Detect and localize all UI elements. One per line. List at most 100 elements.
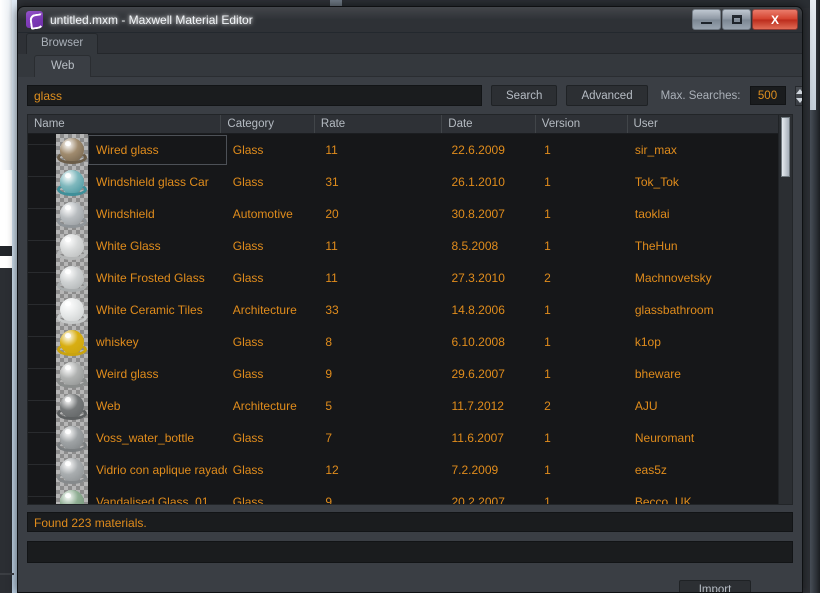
column-header-name[interactable]: Name xyxy=(28,115,222,133)
spin-up-icon[interactable] xyxy=(795,88,802,94)
cell-version: 2 xyxy=(544,399,551,413)
cell-version: 1 xyxy=(544,175,551,189)
search-input[interactable] xyxy=(27,85,482,106)
table-row[interactable]: Weird glass Glass 9 29.6.2007 1 bheware xyxy=(28,358,778,390)
cell-category: Glass xyxy=(232,495,264,504)
cell-name: Windshield glass Car xyxy=(96,175,209,189)
table-row[interactable]: White Frosted Glass Glass 11 27.3.2010 2 Mach… xyxy=(28,262,778,294)
cell-rate: 11 xyxy=(325,239,338,253)
material-thumbnail-icon xyxy=(56,358,88,390)
cell-category: Glass xyxy=(232,335,264,349)
cell-name: Voss_water_bottle xyxy=(96,431,195,445)
advanced-button[interactable]: Advanced xyxy=(566,85,648,106)
cell-version: 1 xyxy=(544,463,551,477)
tab-browser[interactable]: Browser xyxy=(26,33,99,54)
table-row[interactable]: Windshield glass Car Glass 31 26.1.2010 1 Tok… xyxy=(28,166,778,198)
cell-user: Tok_Tok xyxy=(634,175,679,189)
cell-date: 11.7.2012 xyxy=(451,399,504,413)
desktop-background: untitled.mxm - Maxwell Material Editor X… xyxy=(0,0,820,593)
inner-tab-bar: Web xyxy=(18,54,802,77)
column-header-category[interactable]: Category xyxy=(221,115,315,133)
max-searches-label: Max. Searches: xyxy=(660,89,741,102)
cell-version: 1 xyxy=(544,335,551,349)
column-header-rate[interactable]: Rate xyxy=(315,115,443,133)
column-header-date[interactable]: Date xyxy=(442,115,536,133)
spin-down-icon[interactable] xyxy=(795,97,802,103)
results-table-columns: Name Category Rate Date Version User Wir… xyxy=(28,115,778,504)
web-browser-panel: Search Advanced Max. Searches: Name Cate… xyxy=(18,77,802,592)
cell-rate: 31 xyxy=(325,175,339,189)
table-row[interactable]: Wired glass Glass 11 22.6.2009 1 sir_max xyxy=(28,134,778,166)
material-thumbnail-icon xyxy=(56,294,88,326)
column-header-version[interactable]: Version xyxy=(536,115,628,133)
tab-web[interactable]: Web xyxy=(34,55,92,77)
table-body: Wired glass Glass 11 22.6.2009 1 sir_max Winds… xyxy=(28,134,778,504)
cell-version: 1 xyxy=(544,303,551,317)
cell-name: whiskey xyxy=(96,335,139,349)
material-thumbnail-icon xyxy=(56,422,88,454)
cell-date: 22.6.2009 xyxy=(451,143,505,157)
material-thumbnail-icon xyxy=(56,134,88,166)
cell-date: 26.1.2010 xyxy=(451,175,505,189)
cell-date: 29.6.2007 xyxy=(451,367,505,381)
maximize-button[interactable] xyxy=(722,9,751,30)
cell-name: Vandalised Glass_01 xyxy=(96,495,209,504)
table-row[interactable]: Windshield Automotive 20 30.8.2007 1 taoklai xyxy=(28,198,778,230)
inner-tab-filler xyxy=(91,54,802,77)
material-thumbnail-icon xyxy=(56,326,88,358)
cell-user: sir_max xyxy=(634,143,677,157)
cell-rate: 33 xyxy=(325,303,339,317)
results-table: Name Category Rate Date Version User Wir… xyxy=(27,114,793,505)
table-row[interactable]: Vandalised Glass_01 Glass 9 20.2.2007 1 Becco… xyxy=(28,486,778,504)
cell-user: k1op xyxy=(634,335,661,349)
cell-rate: 8 xyxy=(325,335,333,349)
footer-bar: Import xyxy=(27,577,793,592)
cell-category: Glass xyxy=(232,367,264,381)
cell-user: AJU xyxy=(634,399,658,413)
cell-rate: 9 xyxy=(325,367,333,381)
table-row[interactable]: White Ceramic Tiles Architecture 33 14.8.20… xyxy=(28,294,778,326)
cell-category: Glass xyxy=(232,271,264,285)
column-header-user[interactable]: User xyxy=(628,115,778,133)
cell-rate: 9 xyxy=(325,495,333,504)
cell-version: 1 xyxy=(544,239,551,253)
cell-category: Glass xyxy=(232,175,264,189)
table-row[interactable]: White Glass Glass 11 8.5.2008 1 TheHun xyxy=(28,230,778,262)
search-button[interactable]: Search xyxy=(491,85,558,106)
table-header-row: Name Category Rate Date Version User xyxy=(28,115,778,134)
cell-category: Glass xyxy=(232,239,264,253)
maxwell-material-editor-window: untitled.mxm - Maxwell Material Editor X… xyxy=(17,6,803,593)
outer-tab-filler xyxy=(98,33,802,54)
window-title: untitled.mxm - Maxwell Material Editor xyxy=(50,12,253,27)
title-bar[interactable]: untitled.mxm - Maxwell Material Editor X xyxy=(18,7,802,33)
cell-version: 1 xyxy=(544,431,551,445)
cell-rate: 12 xyxy=(325,463,339,477)
table-row[interactable]: whiskey Glass 8 6.10.2008 1 k1op xyxy=(28,326,778,358)
table-row[interactable]: Vidrio con aplique rayado Glass 12 7.2.2009… xyxy=(28,454,778,486)
table-row[interactable]: Web Architecture 5 11.7.2012 2 AJU xyxy=(28,390,778,422)
import-button[interactable]: Import xyxy=(679,579,751,592)
material-thumbnail-icon xyxy=(56,166,88,198)
outer-tab-bar: Browser xyxy=(18,33,802,54)
cell-date: 30.8.2007 xyxy=(451,207,505,221)
cell-name: Wired glass xyxy=(88,135,227,165)
table-vertical-scrollbar[interactable] xyxy=(778,115,792,504)
cell-rate: 11 xyxy=(325,271,338,285)
cell-date: 27.3.2010 xyxy=(451,271,505,285)
table-scrollbar-thumb[interactable] xyxy=(781,117,790,177)
cell-user: taoklai xyxy=(634,207,670,221)
cell-category: Glass xyxy=(232,431,264,445)
max-searches-input[interactable] xyxy=(749,86,786,105)
cell-date: 20.2.2007 xyxy=(451,495,505,504)
max-searches-stepper[interactable] xyxy=(794,85,802,106)
cell-date: 7.2.2009 xyxy=(451,463,499,477)
cell-version: 1 xyxy=(544,495,551,504)
background-window-right-highlight xyxy=(810,0,816,110)
minimize-button[interactable] xyxy=(692,9,721,30)
cell-name: White Frosted Glass xyxy=(96,271,205,285)
cell-user: eas5z xyxy=(634,463,667,477)
close-button[interactable]: X xyxy=(752,9,798,30)
cell-rate: 11 xyxy=(325,143,338,157)
cell-name: Web xyxy=(96,399,121,413)
table-row[interactable]: Voss_water_bottle Glass 7 11.6.2007 1 Neuroma… xyxy=(28,422,778,454)
